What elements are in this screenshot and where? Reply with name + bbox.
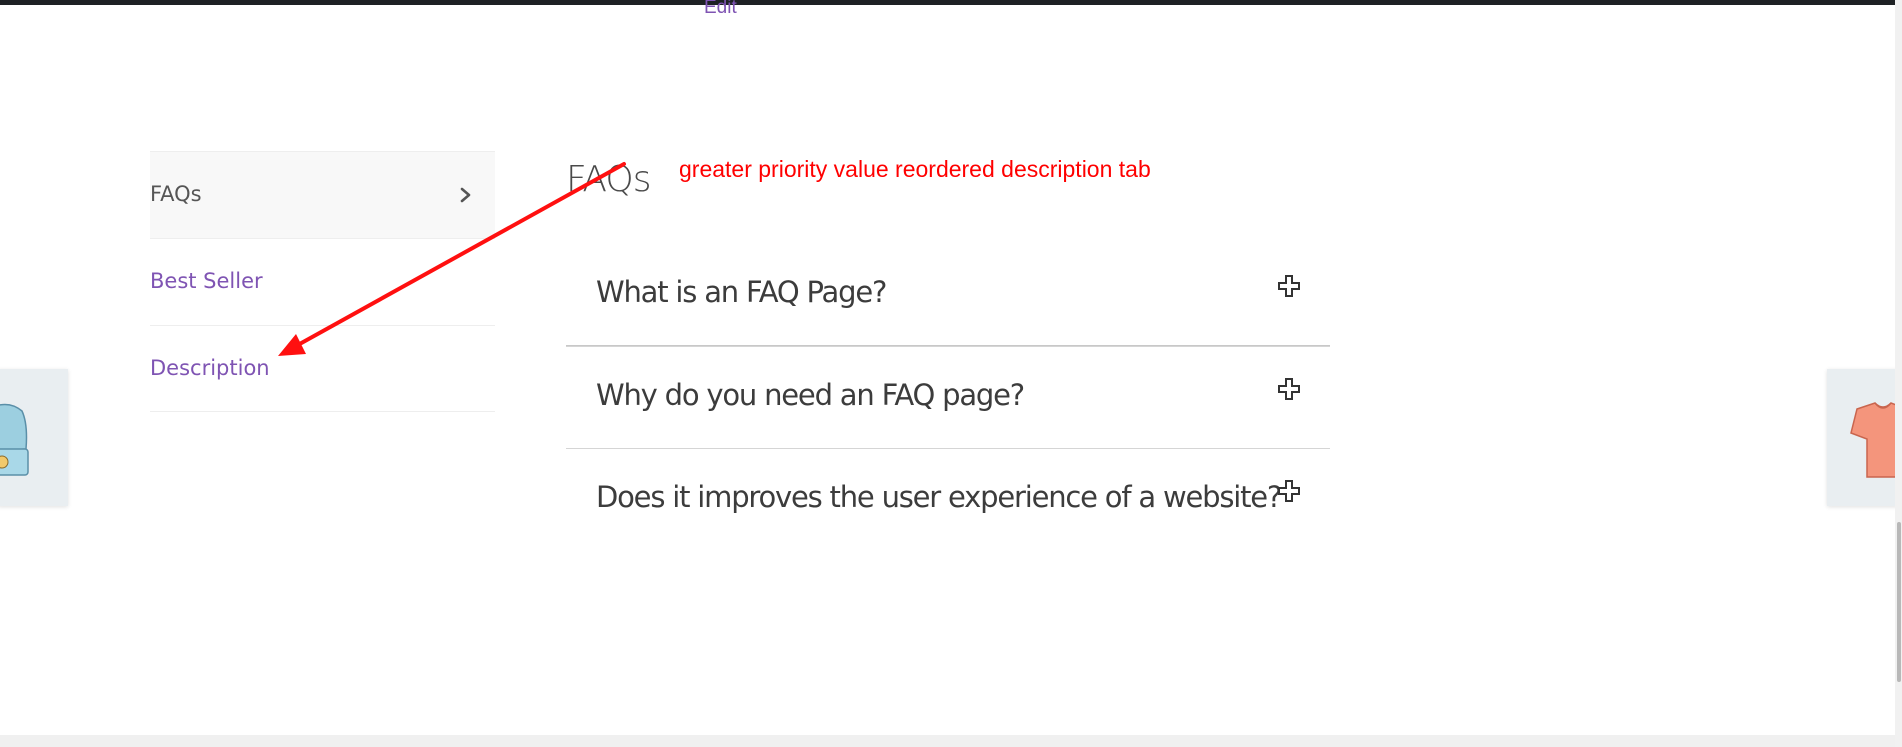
tab-description[interactable]: Description xyxy=(150,325,495,412)
product-tabs: FAQs Best Seller Description xyxy=(150,151,495,412)
tab-faqs[interactable]: FAQs xyxy=(150,151,495,238)
tab-best-seller[interactable]: Best Seller xyxy=(150,238,495,325)
plus-icon[interactable] xyxy=(1276,273,1302,299)
prev-product-card[interactable] xyxy=(0,369,68,506)
faq-accordion: What is an FAQ Page? Why do you need an … xyxy=(566,244,1330,550)
faq-item[interactable]: What is an FAQ Page? xyxy=(566,244,1330,346)
annotation-text: greater priority value reordered descrip… xyxy=(679,156,1151,182)
tab-label: Description xyxy=(150,356,270,380)
tab-label: FAQs xyxy=(150,182,202,206)
tshirt-image xyxy=(1850,402,1899,478)
top-bar xyxy=(0,0,1902,5)
plus-icon[interactable] xyxy=(1276,376,1302,402)
faq-question: What is an FAQ Page? xyxy=(596,275,887,309)
footer-strip xyxy=(0,735,1902,747)
page: Edit FAQs Best Seller Description FAQs W… xyxy=(0,0,1902,747)
next-product-card[interactable] xyxy=(1827,369,1899,506)
edit-link[interactable]: Edit xyxy=(704,0,737,19)
faq-item[interactable]: Why do you need an FAQ page? xyxy=(566,346,1330,448)
faq-title: FAQs xyxy=(566,159,651,200)
tab-label: Best Seller xyxy=(150,269,263,293)
chevron-right-icon xyxy=(460,187,471,203)
beanie-image xyxy=(0,403,29,476)
plus-icon[interactable] xyxy=(1276,478,1302,504)
scrollbar-thumb[interactable] xyxy=(1897,522,1901,682)
faq-question: Why do you need an FAQ page? xyxy=(596,378,1025,412)
faq-question: Does it improves the user experience of … xyxy=(596,480,1282,514)
faq-item[interactable]: Does it improves the user experience of … xyxy=(566,448,1330,550)
